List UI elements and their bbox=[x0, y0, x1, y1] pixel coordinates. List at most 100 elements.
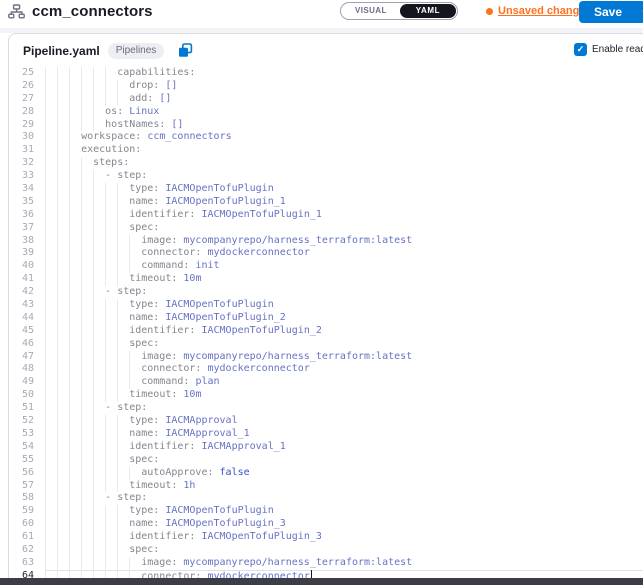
indent-guide bbox=[57, 312, 69, 325]
indent-guide bbox=[69, 196, 81, 209]
code-line[interactable]: 45identifier: IACMOpenTofuPlugin_2 bbox=[9, 325, 643, 338]
yaml-value: IACMApproval_1 bbox=[195, 441, 285, 452]
yaml-value: 10m bbox=[177, 389, 201, 400]
code-line[interactable]: 52type: IACMApproval bbox=[9, 415, 643, 428]
code-line-content: os: Linux bbox=[45, 106, 643, 119]
indent-guide bbox=[105, 480, 117, 493]
yaml-key: autoApprove: bbox=[141, 467, 213, 478]
indent-guide bbox=[69, 312, 81, 325]
code-line-content: autoApprove: false bbox=[45, 467, 643, 480]
indent-guide bbox=[69, 119, 81, 132]
indent-guide bbox=[69, 454, 81, 467]
code-line[interactable]: 28os: Linux bbox=[9, 106, 643, 119]
line-number: 58 bbox=[9, 492, 45, 505]
code-line[interactable]: 58- step: bbox=[9, 492, 643, 505]
code-line[interactable]: 37spec: bbox=[9, 222, 643, 235]
indent-guide bbox=[93, 557, 105, 570]
save-options-button[interactable] bbox=[635, 9, 643, 16]
indent-guide bbox=[93, 492, 105, 505]
indent-guide bbox=[69, 492, 81, 505]
indent-guide bbox=[81, 454, 93, 467]
indent-guide bbox=[69, 557, 81, 570]
line-number: 36 bbox=[9, 209, 45, 222]
code-line[interactable]: 63image: mycompanyrepo/harness_terraform… bbox=[9, 557, 643, 570]
code-line-content: spec: bbox=[45, 544, 643, 557]
code-line[interactable]: 44name: IACMOpenTofuPlugin_2 bbox=[9, 312, 643, 325]
code-line[interactable]: 39connector: mydockerconnector bbox=[9, 247, 643, 260]
code-line[interactable]: 38image: mycompanyrepo/harness_terraform… bbox=[9, 235, 643, 248]
code-line[interactable]: 61identifier: IACMOpenTofuPlugin_3 bbox=[9, 531, 643, 544]
code-line-content: timeout: 10m bbox=[45, 273, 643, 286]
code-line[interactable]: 51- step: bbox=[9, 402, 643, 415]
code-line[interactable]: 46spec: bbox=[9, 338, 643, 351]
indent-guide bbox=[105, 351, 117, 364]
yaml-key: image: bbox=[141, 557, 177, 568]
indent-guide bbox=[57, 454, 69, 467]
code-line[interactable]: 50timeout: 10m bbox=[9, 389, 643, 402]
indent-guide bbox=[105, 273, 117, 286]
code-line[interactable]: 60name: IACMOpenTofuPlugin_3 bbox=[9, 518, 643, 531]
code-line[interactable]: 35name: IACMOpenTofuPlugin_1 bbox=[9, 196, 643, 209]
code-line-content: command: init bbox=[45, 260, 643, 273]
indent-guide bbox=[69, 80, 81, 93]
indent-guide bbox=[81, 428, 93, 441]
code-line[interactable]: 27add: [] bbox=[9, 93, 643, 106]
code-line[interactable]: 53name: IACMApproval_1 bbox=[9, 428, 643, 441]
indent-guide bbox=[105, 441, 117, 454]
code-line[interactable]: 40command: init bbox=[9, 260, 643, 273]
code-line[interactable]: 54identifier: IACMApproval_1 bbox=[9, 441, 643, 454]
code-line[interactable]: 56autoApprove: false bbox=[9, 467, 643, 480]
yaml-key: connector: bbox=[141, 363, 201, 374]
code-line[interactable]: 30workspace: ccm_connectors bbox=[9, 131, 643, 144]
yaml-editor[interactable]: 25capabilities:26drop: []27add: []28os: … bbox=[9, 67, 643, 585]
indent-guide bbox=[93, 93, 105, 106]
line-number: 39 bbox=[9, 247, 45, 260]
code-line[interactable]: 49command: plan bbox=[9, 376, 643, 389]
code-line[interactable]: 36identifier: IACMOpenTofuPlugin_1 bbox=[9, 209, 643, 222]
indent-guide bbox=[81, 222, 93, 235]
indent-guide bbox=[93, 351, 105, 364]
toggle-yaml-button[interactable]: YAML bbox=[400, 4, 456, 18]
code-line[interactable]: 48connector: mydockerconnector bbox=[9, 363, 643, 376]
code-line[interactable]: 33- step: bbox=[9, 170, 643, 183]
indent-guide bbox=[45, 325, 57, 338]
code-line[interactable]: 41timeout: 10m bbox=[9, 273, 643, 286]
code-line[interactable]: 31execution: bbox=[9, 144, 643, 157]
code-line[interactable]: 62spec: bbox=[9, 544, 643, 557]
code-line[interactable]: 43type: IACMOpenTofuPlugin bbox=[9, 299, 643, 312]
code-line[interactable]: 59type: IACMOpenTofuPlugin bbox=[9, 505, 643, 518]
code-line[interactable]: 26drop: [] bbox=[9, 80, 643, 93]
indent-guide bbox=[45, 260, 57, 273]
unsaved-changes-link[interactable]: Unsaved changes bbox=[486, 5, 592, 17]
indent-guide bbox=[45, 144, 57, 157]
indent-guide bbox=[45, 67, 57, 80]
code-line[interactable]: 47image: mycompanyrepo/harness_terraform… bbox=[9, 351, 643, 364]
indent-guide bbox=[93, 363, 105, 376]
line-number: 31 bbox=[9, 144, 45, 157]
enable-edit-checkbox[interactable]: ✓ bbox=[574, 43, 587, 56]
code-line[interactable]: 57timeout: 1h bbox=[9, 480, 643, 493]
indent-guide bbox=[117, 415, 129, 428]
indent-guide bbox=[45, 557, 57, 570]
save-button[interactable]: Save bbox=[579, 5, 635, 19]
indent-guide bbox=[117, 363, 129, 376]
code-line[interactable]: 29hostNames: [] bbox=[9, 119, 643, 132]
code-line[interactable]: 55spec: bbox=[9, 454, 643, 467]
indent-guide bbox=[105, 247, 117, 260]
code-line[interactable]: 32steps: bbox=[9, 157, 643, 170]
code-line[interactable]: 25capabilities: bbox=[9, 67, 643, 80]
code-line[interactable]: 42- step: bbox=[9, 286, 643, 299]
code-line-content: spec: bbox=[45, 338, 643, 351]
indent-guide bbox=[105, 338, 117, 351]
copy-yaml-button[interactable] bbox=[178, 43, 193, 58]
yaml-key: add: bbox=[129, 93, 153, 104]
indent-guide bbox=[93, 480, 105, 493]
code-line-content: - step: bbox=[45, 170, 643, 183]
indent-guide bbox=[93, 505, 105, 518]
indent-guide bbox=[57, 106, 69, 119]
indent-guide bbox=[105, 389, 117, 402]
yaml-key: identifier: bbox=[129, 325, 195, 336]
toggle-visual-button[interactable]: VISUAL bbox=[341, 3, 399, 19]
code-line[interactable]: 34type: IACMOpenTofuPlugin bbox=[9, 183, 643, 196]
indent-guide bbox=[117, 247, 129, 260]
